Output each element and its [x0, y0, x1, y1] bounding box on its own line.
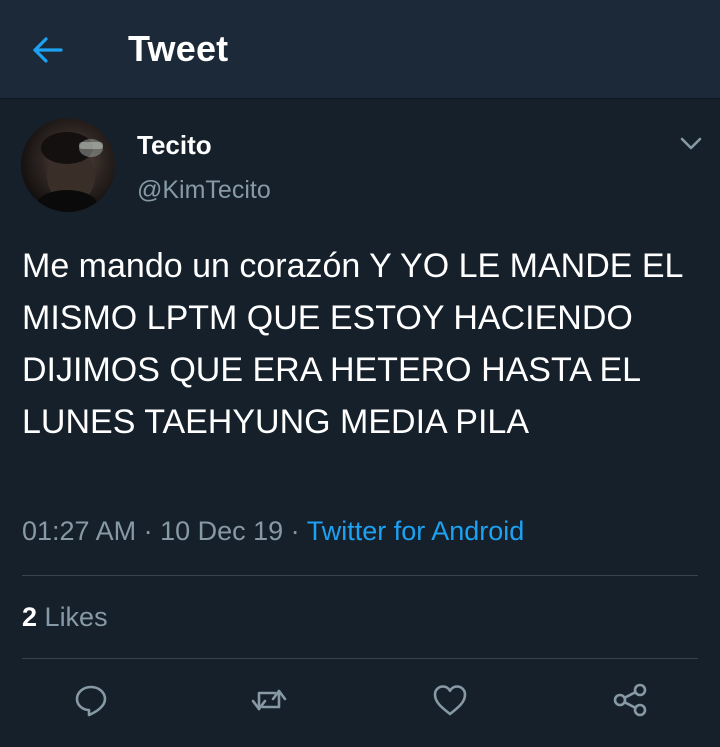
author-name[interactable]: Tecito	[137, 130, 212, 161]
tweet-meta: 01:27 AM · 10 Dec 19 · Twitter for Andro…	[22, 516, 524, 547]
heart-icon	[433, 685, 467, 716]
tweet-date: 10 Dec 19	[160, 516, 284, 546]
reply-icon	[75, 685, 107, 717]
likes-count: 2	[22, 602, 38, 632]
chevron-down-icon	[680, 137, 702, 150]
retweet-icon	[251, 689, 287, 711]
top-app-bar: Tweet	[0, 0, 720, 99]
retweet-button[interactable]	[245, 676, 293, 724]
tweet-text: Me mando un corazón Y YO LE MANDE EL MIS…	[22, 247, 683, 441]
share-icon	[613, 683, 647, 717]
avatar-image	[37, 132, 103, 212]
tweet-options-button[interactable]	[676, 130, 706, 156]
like-button[interactable]	[426, 676, 474, 724]
arrow-left-icon	[33, 37, 63, 63]
page-title: Tweet	[128, 28, 229, 69]
back-button[interactable]	[26, 30, 70, 70]
likes-label: Likes	[44, 602, 108, 632]
reply-button[interactable]	[67, 676, 115, 724]
divider	[22, 658, 698, 659]
share-button[interactable]	[606, 676, 654, 724]
tweet-time: 01:27 AM	[22, 516, 137, 546]
avatar[interactable]	[21, 118, 115, 212]
tweet-source-link[interactable]: Twitter for Android	[307, 516, 525, 546]
likes-link[interactable]: 2 Likes	[22, 602, 108, 633]
author-handle[interactable]: @KimTecito	[137, 176, 271, 205]
meta-separator: ·	[136, 516, 161, 546]
meta-separator: ·	[283, 516, 307, 546]
divider	[22, 575, 698, 576]
